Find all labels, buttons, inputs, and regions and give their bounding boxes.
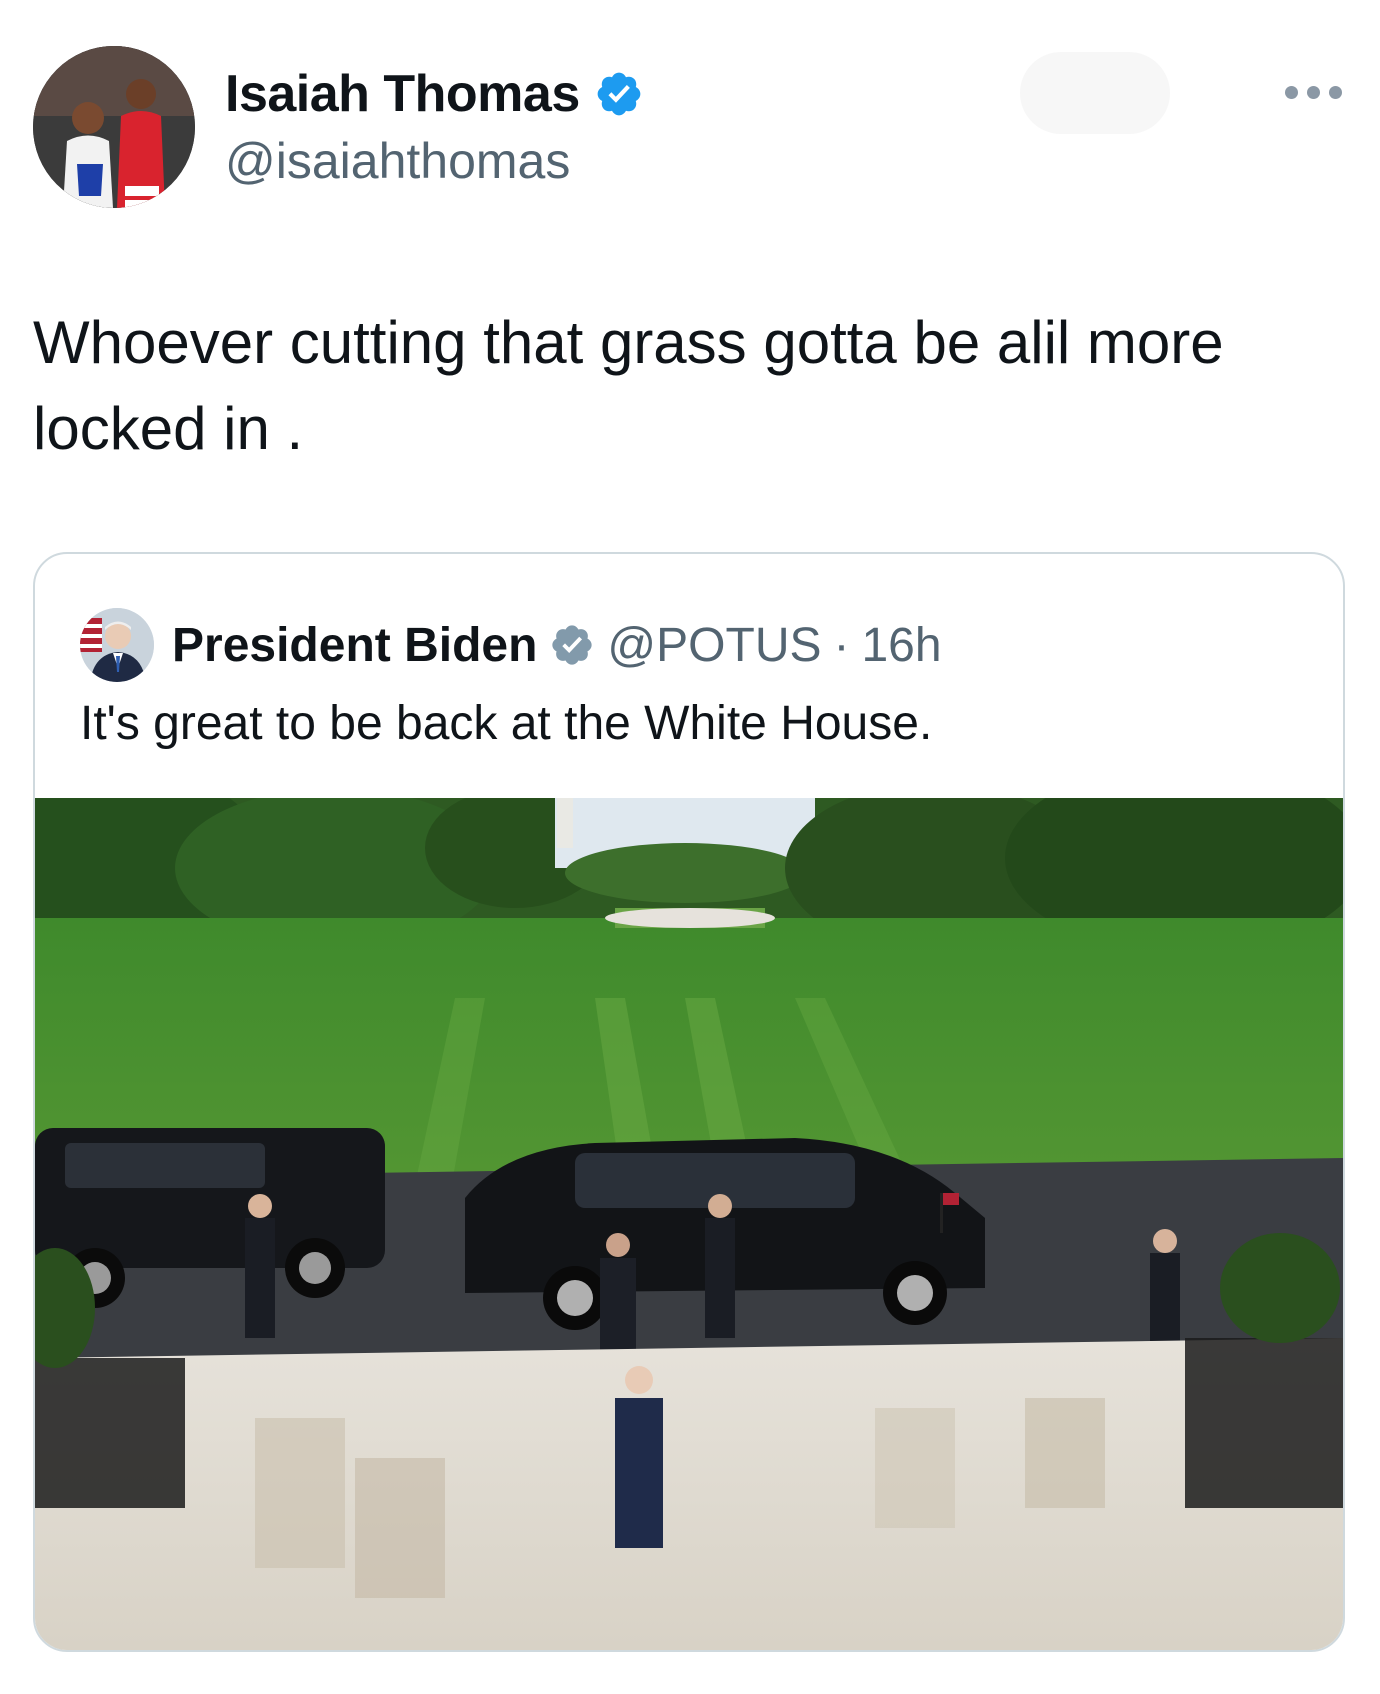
author-avatar[interactable]: [33, 46, 195, 208]
quoted-tweet[interactable]: President Biden @POTUS · 16h It's great …: [33, 552, 1345, 1652]
author-name-row: Isaiah Thomas: [225, 64, 644, 124]
verified-badge-icon: [594, 69, 644, 119]
more-dot: [1285, 85, 1298, 99]
quoted-tweet-text: It's great to be back at the White House…: [80, 697, 933, 750]
tweet-text: Whoever cutting that grass gotta be alil…: [33, 309, 1224, 462]
quoted-author-avatar[interactable]: [80, 608, 154, 682]
more-horizontal-icon[interactable]: [1285, 80, 1355, 104]
quoted-tweet-photo[interactable]: [35, 763, 1343, 1650]
tweet-card: Isaiah Thomas @isaiahthomas Whoever cutt…: [0, 0, 1380, 1694]
quoted-display-name[interactable]: President Biden: [172, 618, 537, 673]
verified-badge-icon: [549, 622, 595, 668]
meta-separator: ·: [833, 618, 850, 672]
author-handle[interactable]: @isaiahthomas: [225, 132, 570, 190]
more-dot: [1329, 85, 1342, 99]
quoted-handle[interactable]: @POTUS: [607, 618, 821, 673]
quoted-timestamp[interactable]: 16h: [861, 618, 941, 673]
author-display-name[interactable]: Isaiah Thomas: [225, 64, 580, 124]
follow-button[interactable]: [1020, 52, 1170, 134]
quoted-tweet-header: President Biden @POTUS · 16h: [80, 608, 942, 682]
more-dot: [1307, 85, 1320, 99]
